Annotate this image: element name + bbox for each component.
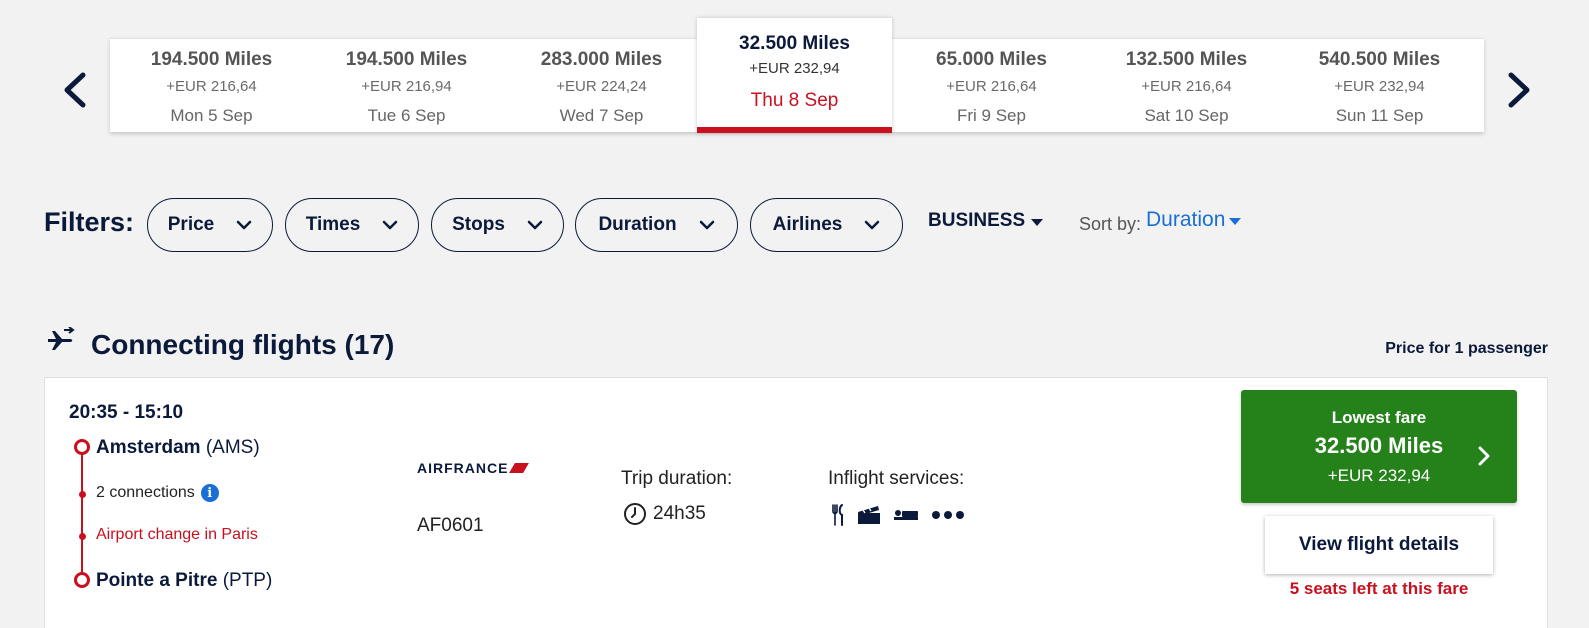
destination-city: Pointe a Pitre bbox=[96, 570, 218, 591]
origin-marker bbox=[74, 439, 90, 455]
date-eur: +EUR 232,94 bbox=[1334, 78, 1425, 95]
chevron-left-icon bbox=[64, 72, 86, 108]
caret-down-icon bbox=[1031, 219, 1044, 226]
sort-by-dropdown[interactable]: Duration bbox=[1146, 208, 1242, 232]
filter-label: Duration bbox=[598, 214, 677, 235]
bed-icon bbox=[893, 508, 919, 522]
date-eur: +EUR 232,94 bbox=[749, 60, 840, 77]
seats-left-warning: 5 seats left at this fare bbox=[1289, 579, 1469, 598]
origin-airport: Amsterdam (AMS) bbox=[96, 437, 260, 459]
date-miles: 132.500 Miles bbox=[1125, 49, 1248, 70]
destination-airport: Pointe a Pitre (PTP) bbox=[96, 570, 272, 592]
filter-label: Price bbox=[167, 214, 215, 235]
date-miles: 194.500 Miles bbox=[150, 49, 273, 70]
origin-code: (AMS) bbox=[205, 437, 260, 458]
date-miles: 540.500 Miles bbox=[1318, 49, 1441, 70]
filter-airlines-button[interactable]: Airlines bbox=[750, 198, 903, 252]
date-option-tue-6-sep[interactable]: 194.500 Miles +EUR 216,94 Tue 6 Sep bbox=[309, 39, 504, 133]
date-eur: +EUR 216,64 bbox=[946, 78, 1037, 95]
lowest-fare-button[interactable]: Lowest fare 32.500 Miles +EUR 232,94 bbox=[1241, 390, 1517, 503]
date-day: Sun 11 Sep bbox=[1335, 106, 1424, 125]
sort-by-label: Sort by: bbox=[1079, 214, 1142, 234]
trip-duration-label: Trip duration: bbox=[621, 468, 733, 489]
chevron-down-icon bbox=[383, 220, 398, 230]
connections-count: 2 connections bbox=[96, 484, 195, 501]
date-option-thu-8-sep-selected[interactable]: 32.500 Miles +EUR 232,94 Thu 8 Sep bbox=[697, 18, 892, 133]
date-miles: 283.000 Miles bbox=[540, 49, 663, 70]
date-option-sat-10-sep[interactable]: 132.500 Miles +EUR 216,64 Sat 10 Sep bbox=[1089, 39, 1284, 133]
route-line bbox=[81, 446, 83, 581]
date-selector: 194.500 Miles +EUR 216,64 Mon 5 Sep 194.… bbox=[110, 18, 1484, 133]
connections-info: 2 connections i bbox=[96, 484, 219, 502]
flight-times: 20:35 - 15:10 bbox=[69, 402, 184, 423]
chevron-down-icon bbox=[236, 220, 252, 230]
date-miles: 194.500 Miles bbox=[345, 49, 468, 70]
view-flight-details-button[interactable]: View flight details bbox=[1265, 516, 1493, 574]
cutlery-icon bbox=[831, 504, 845, 526]
previous-dates-button[interactable] bbox=[54, 68, 94, 112]
connection-marker bbox=[79, 533, 86, 540]
date-day: Tue 6 Sep bbox=[367, 106, 446, 125]
next-dates-button[interactable] bbox=[1500, 68, 1540, 112]
date-option-sun-11-sep[interactable]: 540.500 Miles +EUR 232,94 Sun 11 Sep bbox=[1282, 39, 1477, 133]
connection-marker bbox=[79, 491, 86, 498]
selected-indicator bbox=[697, 127, 892, 133]
trip-duration: 24h35 bbox=[623, 502, 706, 526]
inflight-services-icons bbox=[831, 504, 965, 526]
date-eur: +EUR 224,24 bbox=[556, 78, 647, 95]
sort-by-value: Duration bbox=[1146, 208, 1226, 231]
fare-label: Lowest fare bbox=[1331, 408, 1427, 427]
date-miles: 65.000 Miles bbox=[936, 49, 1047, 70]
destination-code: (PTP) bbox=[222, 570, 273, 591]
filter-label: Stops bbox=[452, 214, 505, 235]
clock-icon bbox=[624, 503, 646, 525]
filters-label: Filters: bbox=[44, 207, 135, 237]
date-eur: +EUR 216,64 bbox=[1141, 78, 1232, 95]
date-option-mon-5-sep[interactable]: 194.500 Miles +EUR 216,64 Mon 5 Sep bbox=[114, 39, 309, 133]
date-day: Thu 8 Sep bbox=[750, 90, 839, 111]
date-day: Sat 10 Sep bbox=[1144, 106, 1229, 125]
date-day: Mon 5 Sep bbox=[170, 106, 253, 125]
filter-label: Times bbox=[305, 214, 361, 235]
price-for-passengers: Price for 1 passenger bbox=[1385, 340, 1548, 357]
flight-result-card: 20:35 - 15:10 Amsterdam (AMS) 2 connecti… bbox=[44, 377, 1548, 628]
airport-change-warning: Airport change in Paris bbox=[96, 526, 258, 543]
date-day: Fri 9 Sep bbox=[957, 106, 1026, 125]
airline-logo: AIRFRANCE bbox=[417, 460, 530, 476]
trip-duration-value: 24h35 bbox=[653, 503, 706, 524]
cabin-class-dropdown[interactable]: BUSINESS bbox=[928, 210, 1044, 232]
fare-miles: 32.500 Miles bbox=[1314, 433, 1444, 458]
airline-swoosh-icon bbox=[509, 463, 530, 473]
filter-price-button[interactable]: Price bbox=[147, 198, 273, 252]
date-option-fri-9-sep[interactable]: 65.000 Miles +EUR 216,64 Fri 9 Sep bbox=[894, 39, 1089, 133]
movie-icon bbox=[857, 505, 881, 525]
date-day: Wed 7 Sep bbox=[559, 106, 644, 125]
cabin-class-label: BUSINESS bbox=[928, 210, 1026, 231]
filter-times-button[interactable]: Times bbox=[285, 198, 419, 252]
date-eur: +EUR 216,64 bbox=[166, 78, 257, 95]
date-eur: +EUR 216,94 bbox=[361, 78, 452, 95]
connecting-flight-icon bbox=[48, 327, 75, 350]
chevron-down-icon bbox=[699, 220, 714, 230]
section-title: Connecting flights (17) bbox=[91, 329, 395, 360]
airline-name: AIRFRANCE bbox=[417, 460, 509, 476]
more-icon[interactable] bbox=[931, 510, 965, 520]
date-miles: 32.500 Miles bbox=[739, 33, 850, 54]
chevron-right-icon bbox=[1478, 446, 1490, 466]
info-icon[interactable]: i bbox=[200, 484, 219, 502]
destination-marker bbox=[74, 572, 90, 588]
caret-down-icon bbox=[1229, 218, 1242, 225]
date-option-wed-7-sep[interactable]: 283.000 Miles +EUR 224,24 Wed 7 Sep bbox=[504, 39, 699, 133]
filter-duration-button[interactable]: Duration bbox=[575, 198, 738, 252]
filter-label: Airlines bbox=[772, 214, 843, 235]
inflight-services-label: Inflight services: bbox=[828, 468, 965, 489]
origin-city: Amsterdam bbox=[96, 437, 201, 458]
fare-eur: +EUR 232,94 bbox=[1327, 466, 1431, 485]
flight-number: AF0601 bbox=[417, 515, 484, 536]
chevron-right-icon bbox=[1508, 72, 1530, 108]
chevron-down-icon bbox=[865, 220, 880, 230]
chevron-down-icon bbox=[527, 220, 543, 230]
filter-stops-button[interactable]: Stops bbox=[431, 198, 564, 252]
